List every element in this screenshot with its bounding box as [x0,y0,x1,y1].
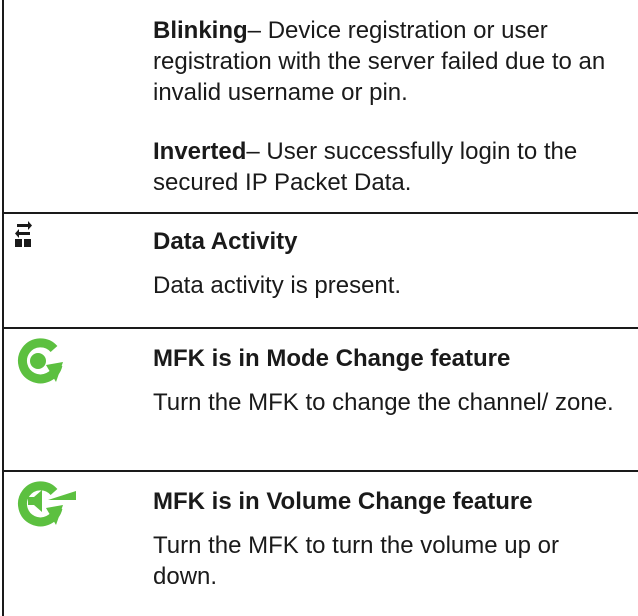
blinking-paragraph: Blinking– Device registration or user re… [153,15,623,108]
row-divider [3,327,638,329]
data-activity-cell: Data Activity Data activity is present. [153,226,623,301]
volume-change-title: MFK is in Volume Change feature [153,488,533,515]
data-activity-icon [15,221,32,247]
mode-change-description: Turn the MFK to change the channel/ zone… [153,389,614,416]
blinking-term: Blinking [153,17,248,44]
mode-change-icon [18,338,63,384]
volume-change-cell: MFK is in Volume Change feature Turn the… [153,486,623,592]
blinking-cell: Blinking– Device registration or user re… [153,15,623,108]
inverted-cell: Inverted– User successfully login to the… [153,136,623,198]
inverted-term: Inverted [153,138,247,165]
row-divider [3,470,638,472]
mode-change-title: MFK is in Mode Change feature [153,345,511,372]
data-activity-title: Data Activity [153,228,298,255]
data-activity-description: Data activity is present. [153,272,402,299]
mode-change-cell: MFK is in Mode Change feature Turn the M… [153,343,623,418]
table-left-border [2,0,4,616]
row-divider [3,212,638,214]
inverted-paragraph: Inverted– User successfully login to the… [153,136,623,198]
volume-change-description: Turn the MFK to turn the volume up or do… [153,532,559,590]
volume-change-icon [18,481,76,527]
document-page: Blinking– Device registration or user re… [0,0,638,616]
